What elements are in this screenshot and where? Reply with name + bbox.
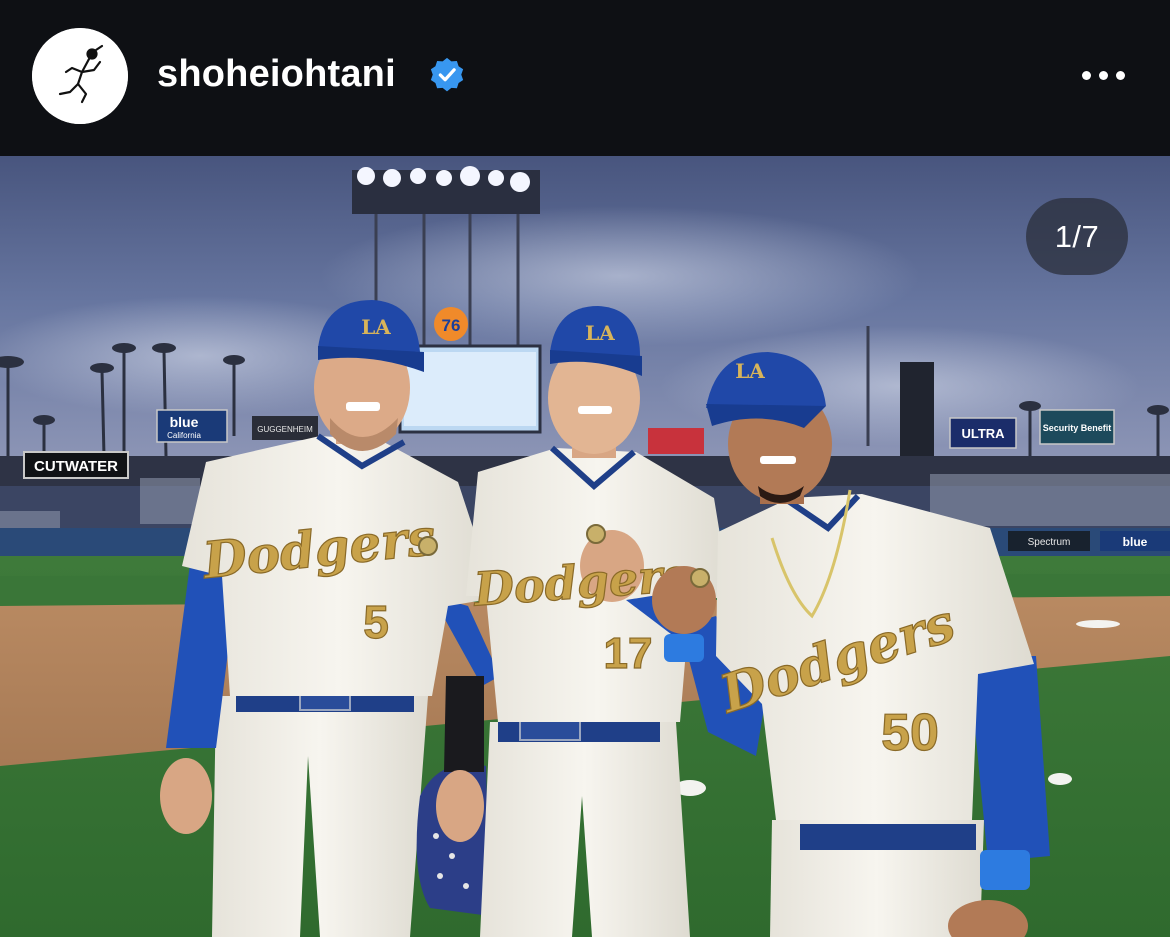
wall-sign-blue: blue [1100, 531, 1170, 551]
ring-left [418, 536, 438, 556]
more-horizontal-icon-dot [1098, 70, 1108, 80]
svg-text:17: 17 [604, 629, 653, 678]
svg-text:LA: LA [585, 321, 615, 345]
svg-text:50: 50 [881, 704, 939, 762]
svg-text:LA: LA [735, 359, 765, 383]
svg-text:76: 76 [442, 316, 461, 335]
billboard-bank [648, 428, 704, 454]
svg-text:Security Benefit: Security Benefit [1043, 423, 1112, 433]
svg-text:ULTRA: ULTRA [961, 426, 1005, 441]
billboard-guggenheim: GUGGENHEIM [252, 416, 318, 440]
more-options-button[interactable] [1072, 56, 1134, 94]
svg-text:blue: blue [1123, 535, 1148, 549]
username[interactable]: shoheiohtani [157, 52, 396, 96]
more-horizontal-icon-dot [1115, 70, 1125, 80]
instagram-post: shoheiohtani 76 CUTWATER blue California… [0, 0, 1170, 937]
more-horizontal-icon [1081, 70, 1091, 80]
svg-text:blue: blue [170, 414, 199, 430]
svg-text:GUGGENHEIM: GUGGENHEIM [257, 425, 313, 434]
svg-text:Spectrum: Spectrum [1028, 537, 1071, 548]
sign-76: 76 [434, 307, 468, 341]
carousel-page-indicator: 1/7 [1026, 198, 1128, 275]
billboard-cutwater: CUTWATER [23, 451, 129, 479]
svg-text:LA: LA [361, 315, 391, 339]
billboard-security-benefit: Security Benefit [1039, 409, 1115, 445]
stadium-photo: 76 CUTWATER blue California GUGGENHEIM U… [0, 156, 1170, 937]
billboard-blue-california: blue California [156, 409, 228, 443]
avatar[interactable] [32, 28, 128, 124]
ring-center [586, 524, 606, 544]
svg-text:California: California [167, 431, 201, 440]
post-photo[interactable]: 76 CUTWATER blue California GUGGENHEIM U… [0, 156, 1170, 937]
svg-text:CUTWATER: CUTWATER [34, 458, 118, 475]
billboard-ultra: ULTRA [949, 417, 1017, 449]
svg-text:5: 5 [363, 596, 389, 648]
verified-badge-icon [428, 56, 466, 94]
running-player-logo-icon [32, 28, 128, 124]
post-header: shoheiohtani [0, 0, 1170, 156]
wall-sign-spectrum: Spectrum [1008, 531, 1090, 551]
